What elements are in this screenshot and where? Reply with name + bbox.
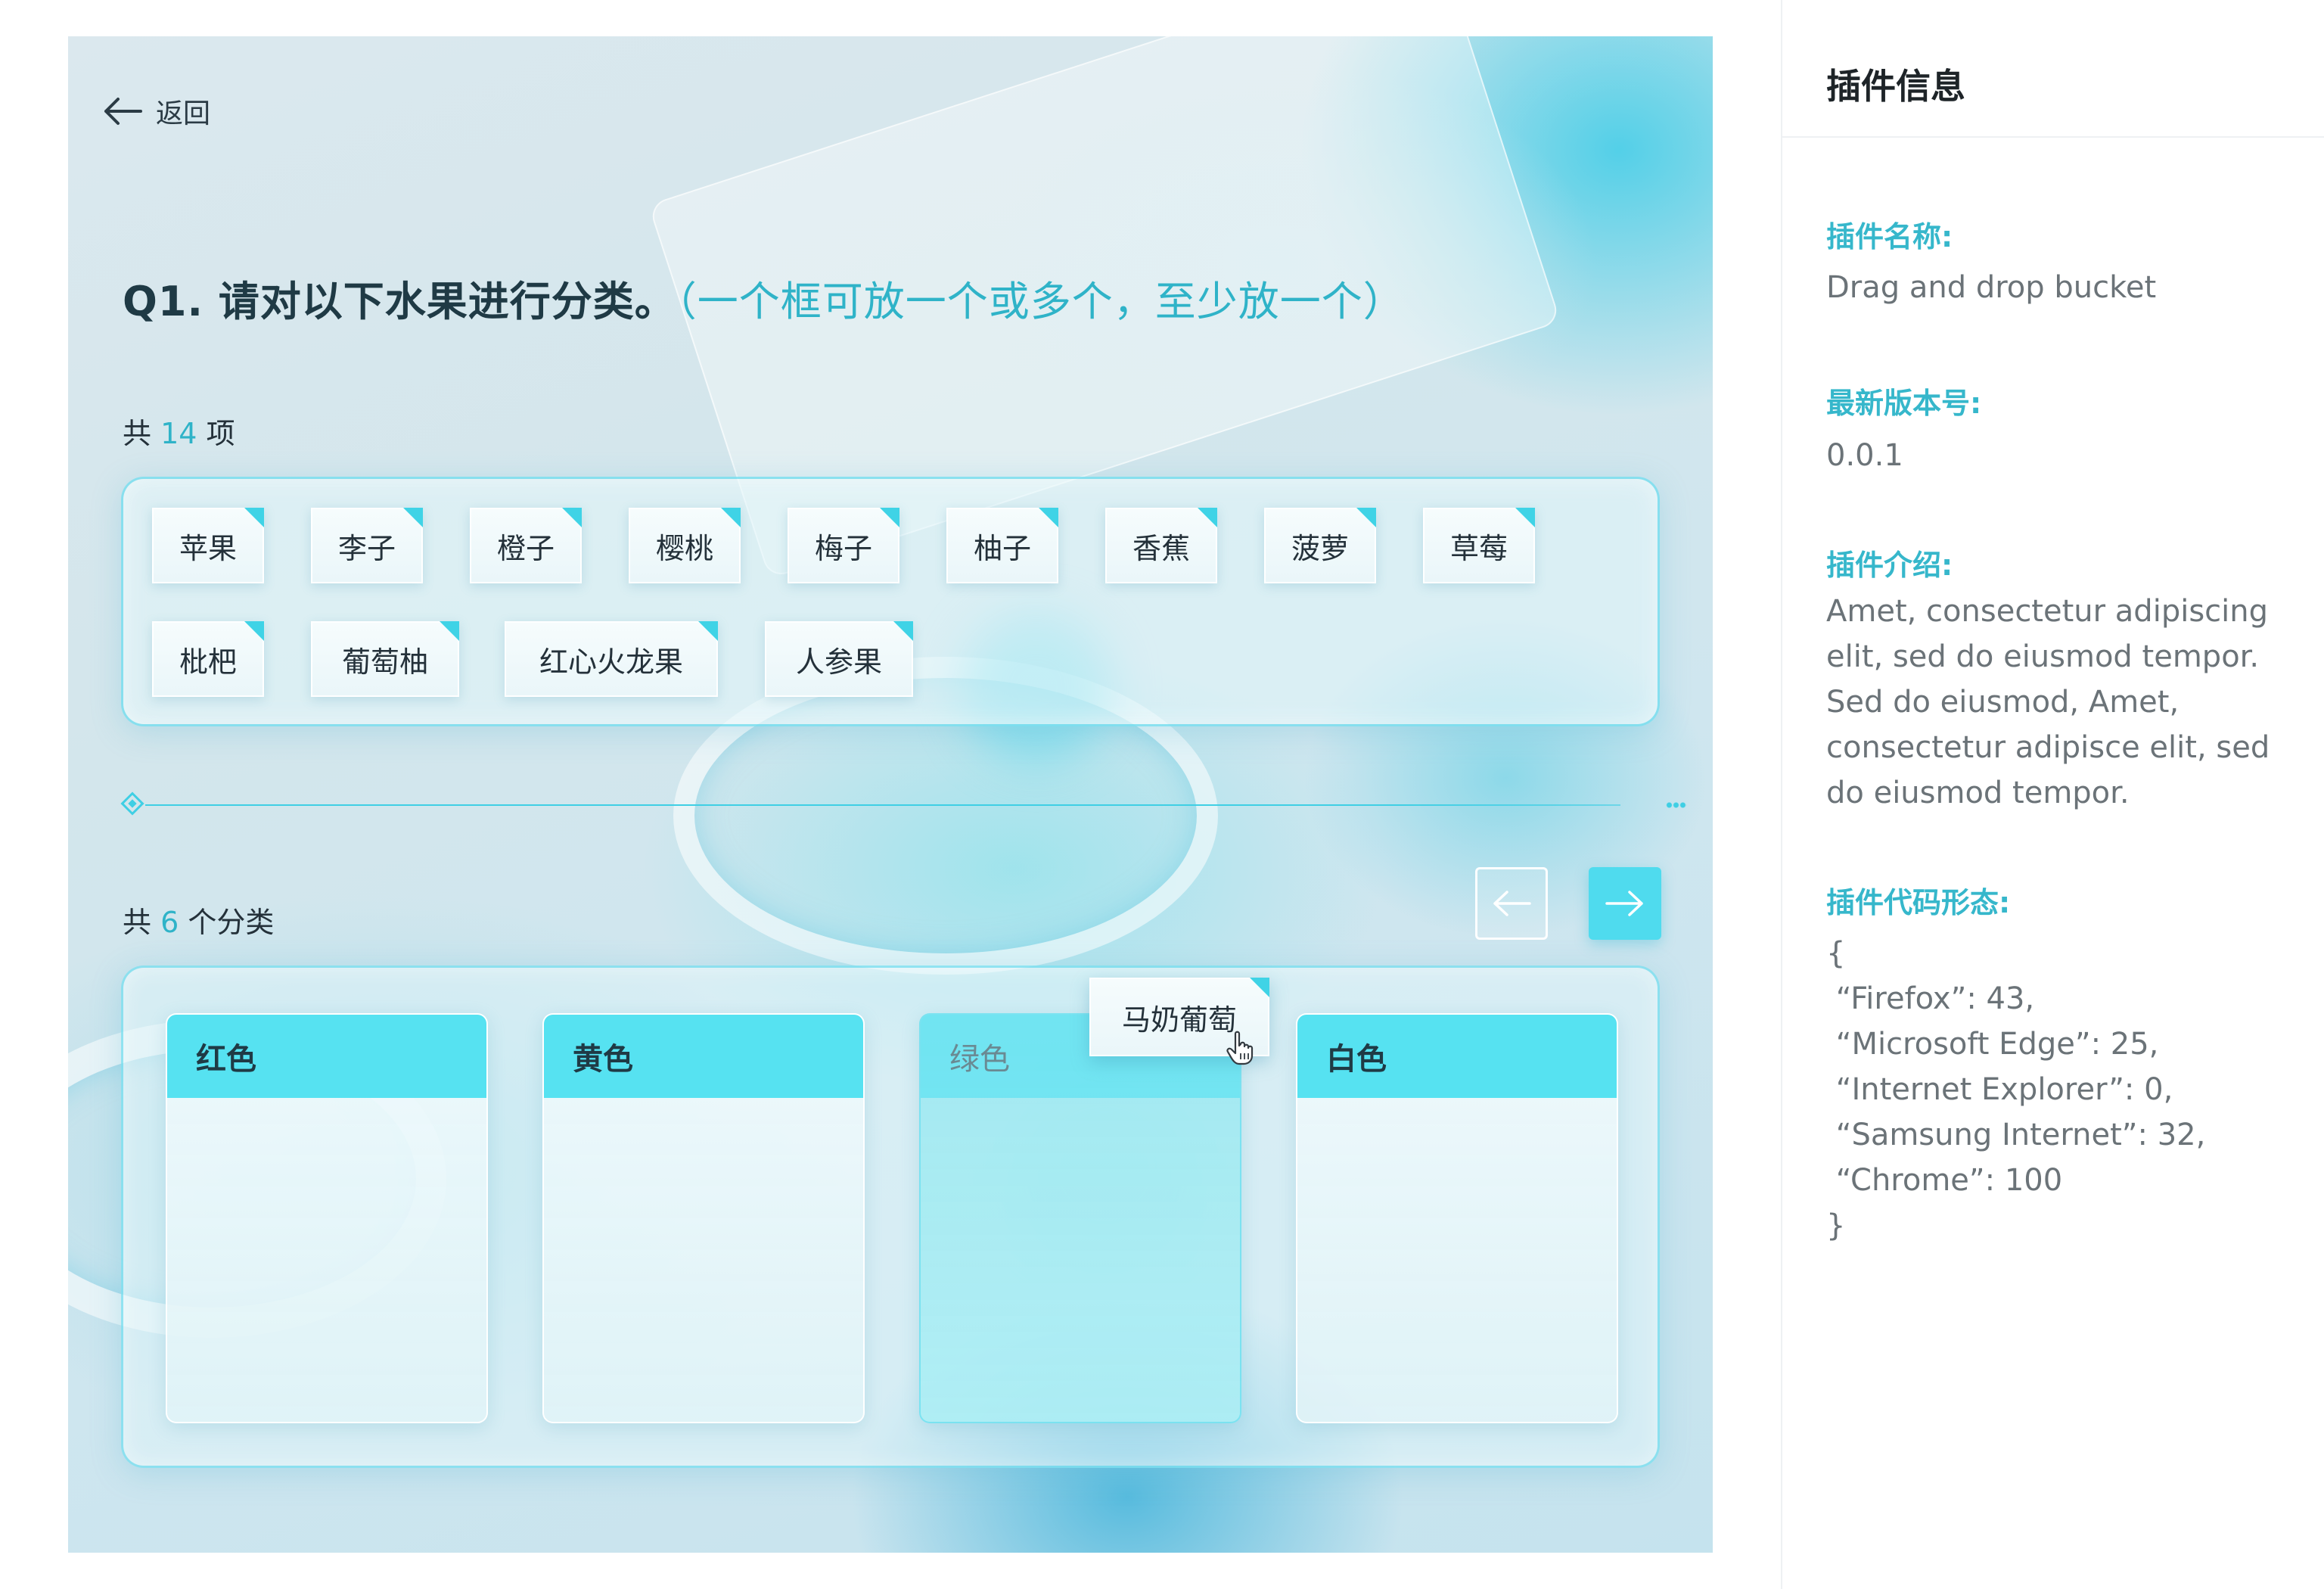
plugin-version-value: 0.0.1 bbox=[1826, 438, 1903, 473]
arrow-left-icon bbox=[1493, 891, 1531, 916]
hand-cursor-icon bbox=[1226, 1031, 1254, 1065]
items-count-prefix: 共 bbox=[123, 417, 152, 450]
category-title: 红色 bbox=[167, 1015, 486, 1098]
plugin-code-label: 插件代码形态: bbox=[1826, 886, 2011, 919]
fruit-chip[interactable]: 樱桃 bbox=[629, 508, 741, 583]
fruit-chip[interactable]: 梅子 bbox=[788, 508, 899, 583]
fruit-chip[interactable]: 菠萝 bbox=[1264, 508, 1376, 583]
section-divider bbox=[120, 791, 1696, 816]
fruit-chip[interactable]: 柚子 bbox=[946, 508, 1058, 583]
arrow-right-icon bbox=[1605, 891, 1643, 916]
fruit-chip[interactable]: 草莓 bbox=[1423, 508, 1535, 583]
category-title: 黄色 bbox=[544, 1015, 863, 1098]
sidebar-divider bbox=[1782, 136, 2324, 138]
question-hint: （一个框可放一个或多个，至少放一个） bbox=[676, 278, 1405, 325]
fruit-chip[interactable]: 橙子 bbox=[470, 508, 582, 583]
items-count-suffix: 项 bbox=[206, 417, 235, 450]
categories-count-value: 6 bbox=[160, 906, 179, 939]
back-label: 返回 bbox=[156, 98, 211, 129]
categories-count-prefix: 共 bbox=[123, 906, 152, 939]
plugin-code-value: { “Firefox”: 43, “Microsoft Edge”: 25, “… bbox=[1826, 936, 2206, 1243]
categories-count: 共 6 个分类 bbox=[123, 899, 274, 941]
question-stage: 返回 Q1. 请对以下水果进行分类。（一个框可放一个或多个，至少放一个） 共 1… bbox=[68, 36, 1713, 1553]
plugin-name-value: Drag and drop bucket bbox=[1826, 270, 2157, 305]
plugin-intro-label: 插件介绍: bbox=[1826, 549, 1953, 582]
item-pool: 苹果 李子 橙子 樱桃 梅子 柚子 香蕉 菠萝 草莓 枇杷 葡萄柚 红心火龙果 … bbox=[121, 477, 1660, 726]
category-panel: 红色 黄色 绿色 白色 bbox=[121, 966, 1660, 1468]
category-bucket[interactable]: 红色 bbox=[166, 1013, 488, 1423]
category-title: 白色 bbox=[1297, 1015, 1617, 1098]
plugin-version-label: 最新版本号: bbox=[1826, 387, 1982, 420]
back-button[interactable]: 返回 bbox=[103, 92, 210, 130]
fruit-chip[interactable]: 香蕉 bbox=[1105, 508, 1217, 583]
category-bucket[interactable]: 白色 bbox=[1296, 1013, 1618, 1423]
divider-line bbox=[145, 804, 1620, 806]
question-title: Q1. 请对以下水果进行分类。（一个框可放一个或多个，至少放一个） bbox=[123, 268, 1405, 328]
next-page-button[interactable] bbox=[1589, 867, 1661, 940]
diamond-icon bbox=[120, 791, 144, 816]
category-bucket[interactable]: 绿色 bbox=[919, 1013, 1241, 1423]
fruit-chip[interactable]: 李子 bbox=[311, 508, 423, 583]
fruit-chip[interactable]: 人参果 bbox=[765, 621, 913, 697]
items-count-value: 14 bbox=[160, 417, 197, 450]
sidebar-title: 插件信息 bbox=[1826, 66, 1965, 107]
fruit-chip[interactable]: 枇杷 bbox=[152, 621, 264, 697]
items-count: 共 14 项 bbox=[123, 410, 235, 452]
plugin-name-label: 插件名称: bbox=[1826, 220, 1953, 253]
fruit-chip[interactable]: 葡萄柚 bbox=[311, 621, 459, 697]
plugin-intro-value: Amet, consectetur adipiscing elit, sed d… bbox=[1826, 594, 2270, 810]
prev-page-button[interactable] bbox=[1475, 867, 1548, 940]
fruit-chip[interactable]: 苹果 bbox=[152, 508, 264, 583]
question-text: Q1. 请对以下水果进行分类。 bbox=[123, 278, 676, 325]
dots-icon bbox=[1666, 801, 1687, 810]
fruit-chip[interactable]: 红心火龙果 bbox=[505, 621, 718, 697]
plugin-info-sidebar: 插件信息 插件名称: Drag and drop bucket 最新版本号: 0… bbox=[1781, 0, 2324, 1589]
category-bucket[interactable]: 黄色 bbox=[542, 1013, 865, 1423]
categories-count-suffix: 个分类 bbox=[188, 906, 275, 939]
arrow-left-icon bbox=[104, 98, 142, 125]
